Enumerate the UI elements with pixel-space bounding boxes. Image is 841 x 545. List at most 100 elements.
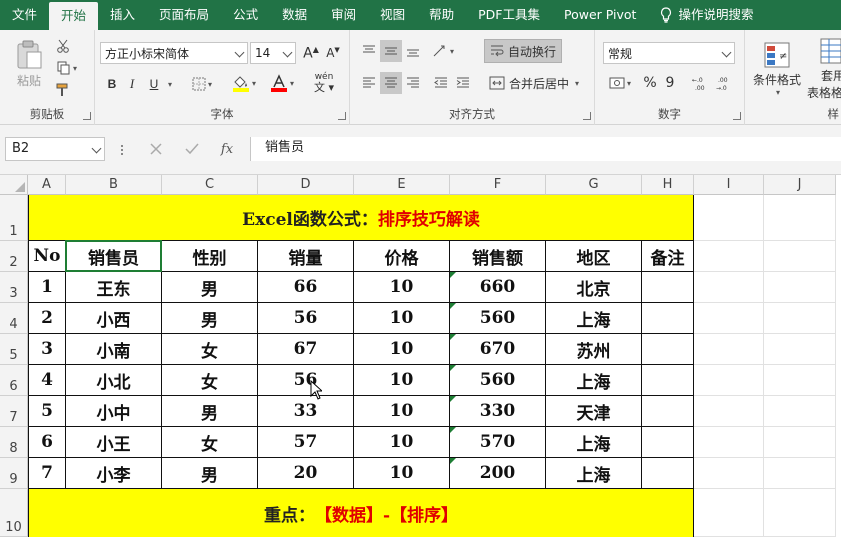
table-cell[interactable]: 10 (354, 334, 450, 365)
alignment-launcher-icon[interactable] (583, 112, 591, 120)
underline-dropdown[interactable]: ▾ (163, 73, 175, 95)
wrap-text-button[interactable]: 自动换行 (484, 39, 562, 63)
table-cell[interactable]: 10 (354, 365, 450, 396)
row-header-6[interactable]: 6 (0, 365, 28, 396)
tab-power-pivot[interactable]: Power Pivot (552, 0, 648, 30)
column-header-j[interactable]: J (764, 175, 836, 195)
tab-data[interactable]: 数据 (270, 0, 319, 30)
table-cell[interactable]: 6 (28, 427, 66, 458)
table-cell[interactable]: 小西 (66, 303, 162, 334)
table-cell[interactable]: 上海 (546, 303, 642, 334)
table-cell[interactable]: 男 (162, 303, 258, 334)
table-cell[interactable]: 上海 (546, 458, 642, 489)
table-cell[interactable]: 小中 (66, 396, 162, 427)
table-cell[interactable]: 66 (258, 272, 354, 303)
table-cell[interactable] (642, 427, 694, 458)
format-painter-button[interactable] (52, 80, 74, 100)
row-header-5[interactable]: 5 (0, 334, 28, 365)
table-header-cell[interactable]: 销售员 (66, 241, 162, 272)
bold-button[interactable]: B (103, 73, 121, 95)
number-format-dropdown[interactable]: 常规 (603, 42, 735, 64)
font-launcher-icon[interactable] (338, 112, 346, 120)
table-cell[interactable] (642, 458, 694, 489)
tab-insert[interactable]: 插入 (98, 0, 147, 30)
table-cell[interactable]: 560 (450, 365, 546, 396)
table-cell[interactable]: 10 (354, 303, 450, 334)
increase-decimal-button[interactable]: ←.0.00 (689, 72, 711, 94)
table-cell[interactable]: 苏州 (546, 334, 642, 365)
row-header-8[interactable]: 8 (0, 427, 28, 458)
table-cell[interactable] (642, 303, 694, 334)
tab-help[interactable]: 帮助 (417, 0, 466, 30)
tab-page-layout[interactable]: 页面布局 (147, 0, 221, 30)
table-cell[interactable]: 小李 (66, 458, 162, 489)
table-cell[interactable]: 男 (162, 396, 258, 427)
comma-style-button[interactable]: 9 (661, 72, 679, 94)
align-right-button[interactable] (402, 72, 424, 94)
row-header-2[interactable]: 2 (0, 241, 28, 272)
tab-view[interactable]: 视图 (368, 0, 417, 30)
tab-formulas[interactable]: 公式 (221, 0, 270, 30)
table-cell[interactable]: 570 (450, 427, 546, 458)
table-cell[interactable]: 4 (28, 365, 66, 396)
confirm-entry-button[interactable] (182, 139, 202, 159)
table-cell[interactable]: 56 (258, 303, 354, 334)
number-launcher-icon[interactable] (733, 112, 741, 120)
worksheet-grid[interactable]: A B C D E F G H I J 1 2 3 4 5 6 7 8 9 10 Excel函数公式：排序技巧解读 No 销… (0, 175, 841, 545)
align-left-button[interactable] (358, 72, 380, 94)
table-cell[interactable]: 1 (28, 272, 66, 303)
cancel-entry-button[interactable] (146, 139, 166, 159)
phonetic-guide-button[interactable]: wén 文 ▾ (307, 71, 341, 95)
borders-button[interactable]: ▾ (187, 73, 217, 95)
decrease-indent-button[interactable] (430, 72, 452, 94)
tab-review[interactable]: 审阅 (319, 0, 368, 30)
column-header-a[interactable]: A (28, 175, 66, 195)
fill-color-button[interactable]: ▾ (227, 71, 261, 95)
copy-button[interactable]: ▾ (52, 58, 82, 78)
table-cell[interactable]: 67 (258, 334, 354, 365)
table-cell[interactable]: 7 (28, 458, 66, 489)
italic-button[interactable]: I (123, 73, 141, 95)
column-header-b[interactable]: B (66, 175, 162, 195)
percent-style-button[interactable]: % (641, 72, 659, 94)
table-cell[interactable] (642, 334, 694, 365)
table-cell[interactable]: 57 (258, 427, 354, 458)
table-cell[interactable]: 女 (162, 427, 258, 458)
column-header-d[interactable]: D (258, 175, 354, 195)
table-header-cell[interactable]: 性别 (162, 241, 258, 272)
table-cell[interactable]: 33 (258, 396, 354, 427)
merge-center-button[interactable]: 合并后居中 ▾ (484, 72, 584, 94)
row-header-7[interactable]: 7 (0, 396, 28, 427)
align-top-button[interactable] (358, 40, 380, 62)
table-cell[interactable]: 小北 (66, 365, 162, 396)
table-cell[interactable] (642, 396, 694, 427)
row-header-10[interactable]: 10 (0, 489, 28, 537)
name-box[interactable]: B2 (5, 137, 105, 161)
table-cell[interactable]: 2 (28, 303, 66, 334)
formula-input[interactable]: 销售员 (250, 137, 841, 161)
font-color-button[interactable]: ▾ (265, 71, 299, 95)
table-cell[interactable]: 5 (28, 396, 66, 427)
format-as-table-button[interactable]: 套用 表格格 (807, 36, 841, 102)
align-middle-button[interactable] (380, 40, 402, 62)
font-name-dropdown[interactable]: 方正小标宋简体 (100, 42, 248, 64)
table-header-cell[interactable]: No (28, 241, 66, 272)
paste-button[interactable]: 粘贴 (10, 36, 48, 92)
table-header-cell[interactable]: 销售额 (450, 241, 546, 272)
table-cell[interactable]: 上海 (546, 365, 642, 396)
column-header-h[interactable]: H (642, 175, 694, 195)
sheet-title[interactable]: Excel函数公式：排序技巧解读 (28, 195, 694, 241)
column-header-g[interactable]: G (546, 175, 642, 195)
orientation-button[interactable]: ▾ (426, 40, 460, 62)
tab-file[interactable]: 文件 (0, 0, 49, 30)
table-cell[interactable]: 男 (162, 458, 258, 489)
table-cell[interactable]: 小王 (66, 427, 162, 458)
formula-bar-grip[interactable] (118, 143, 126, 157)
insert-function-button[interactable]: fx (216, 139, 238, 159)
table-cell[interactable]: 10 (354, 458, 450, 489)
table-cell[interactable]: 王东 (66, 272, 162, 303)
accounting-format-button[interactable]: ▾ (603, 72, 637, 94)
decrease-decimal-button[interactable]: .00 →.0 (713, 72, 735, 94)
table-cell[interactable]: 上海 (546, 427, 642, 458)
table-cell[interactable]: 10 (354, 427, 450, 458)
